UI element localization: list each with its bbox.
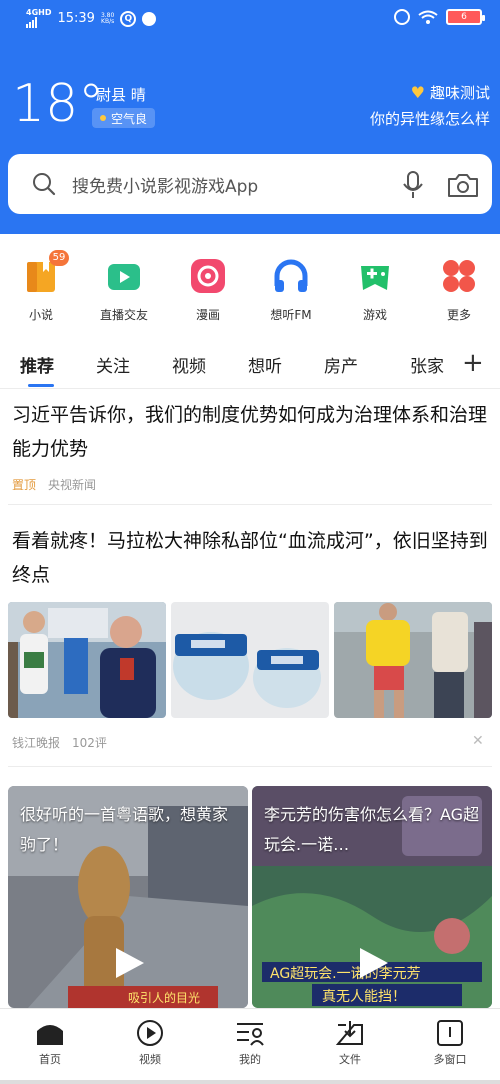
signal-group: 4GHD <box>26 9 51 28</box>
video-card[interactable]: 吸引人的目光 很好听的一首粤语歌，想黄家驹了！ <box>8 786 248 1008</box>
speed-unit: KB/s <box>101 17 115 25</box>
shortcut-label: 直播交友 <box>99 308 148 322</box>
shortcut-label: 想听FM <box>270 308 312 322</box>
tab-indicator <box>28 384 54 387</box>
tab-follow[interactable]: 关注 <box>96 352 130 377</box>
search-bar[interactable]: 搜免费小说影视游戏App <box>8 154 492 214</box>
article-image[interactable] <box>334 602 492 718</box>
shortcut-novel[interactable]: 59 小说 <box>11 250 71 323</box>
q-app-icon: Q <box>120 10 137 27</box>
tab-video[interactable]: 视频 <box>172 352 206 377</box>
comment-count: 102评 <box>72 736 107 750</box>
network-type: 4GHD <box>26 8 52 17</box>
status-right: 6 <box>394 9 485 25</box>
book-icon: 59 <box>21 250 69 296</box>
nav-video[interactable]: 视频 <box>120 1019 180 1067</box>
clock: 15:39 <box>57 11 95 26</box>
nav-files[interactable]: 文件 <box>320 1019 380 1067</box>
network-speed: 3.80 KB/s <box>101 12 115 25</box>
shortcut-label: 漫画 <box>195 308 220 322</box>
shortcut-label: 游戏 <box>362 308 387 322</box>
nav-label: 首页 <box>39 1053 61 1066</box>
tab-listen[interactable]: 想听 <box>248 352 282 377</box>
headphone-icon <box>271 256 311 296</box>
camera-icon[interactable] <box>446 171 480 199</box>
globe-icon <box>142 11 157 26</box>
channel-tabs: 推荐 关注 视频 想听 房产 张家 + <box>0 344 500 388</box>
home-icon <box>37 1025 63 1045</box>
weather-location[interactable]: 尉县 晴 <box>96 84 146 105</box>
wifi-icon <box>418 10 438 24</box>
promo-title-text: 趣味测试 <box>429 84 490 102</box>
article-divider <box>8 766 492 767</box>
status-left: 4GHD 15:39 3.80 KB/s Q <box>26 9 157 28</box>
nav-label: 多窗口 <box>433 1053 467 1066</box>
shortcut-live[interactable]: 直播交友 <box>94 256 154 323</box>
microphone-icon[interactable] <box>400 170 426 200</box>
header: 4GHD 15:39 3.80 KB/s Q 6 18° 尉县 晴 空气良 ♥ … <box>0 0 500 234</box>
article-image[interactable] <box>8 602 166 718</box>
article-divider <box>8 504 492 505</box>
article-title[interactable]: 看着就疼！马拉松大神除私部位“血流成河”，依旧坚持到终点 <box>12 524 490 592</box>
comic-icon <box>188 256 228 296</box>
promo-title[interactable]: ♥ 趣味测试 <box>411 82 490 103</box>
shortcut-label: 小说 <box>28 308 53 322</box>
shortcut-more[interactable]: 更多 <box>429 256 489 323</box>
status-bar: 4GHD 15:39 3.80 KB/s Q 6 <box>0 0 500 36</box>
article-title[interactable]: 习近平告诉你，我们的制度优势如何成为治理体系和治理能力优势 <box>12 398 490 466</box>
nav-profile[interactable]: 我的 <box>220 1019 280 1067</box>
article-source: 钱江晚报 <box>12 736 61 750</box>
bottom-nav: 首页 视频 我的 文件 多窗口 <box>0 1008 500 1084</box>
gamepad-icon <box>355 256 395 296</box>
nav-home[interactable]: 首页 <box>20 1019 80 1067</box>
weather-temperature[interactable]: 18° <box>12 76 104 132</box>
dismiss-icon[interactable]: ✕ <box>472 733 484 749</box>
nav-label: 文件 <box>339 1053 361 1066</box>
alarm-icon <box>394 9 410 25</box>
play-circle-icon <box>137 1020 163 1046</box>
shortcut-comic[interactable]: 漫画 <box>178 256 238 323</box>
shortcut-fm[interactable]: 想听FM <box>261 256 321 323</box>
video-title: 很好听的一首粤语歌，想黄家驹了！ <box>20 805 229 854</box>
tabs-divider <box>0 388 500 389</box>
play-icon <box>116 948 144 978</box>
article-meta: 钱江晚报 102评 <box>12 734 107 751</box>
nav-label: 我的 <box>239 1053 261 1066</box>
heart-icon: ♥ <box>410 83 425 102</box>
home-indicator <box>0 1080 500 1084</box>
pinned-tag: 置顶 <box>12 478 37 492</box>
nav-windows[interactable]: 多窗口 <box>420 1019 480 1067</box>
svg-text:真无人能挡！: 真无人能挡！ <box>322 989 406 1005</box>
tab-recommend[interactable]: 推荐 <box>20 352 54 377</box>
profile-icon <box>237 1023 264 1046</box>
live-icon <box>104 256 144 296</box>
promo-subtitle[interactable]: 你的异性缘怎么样 <box>370 108 490 129</box>
nav-label: 视频 <box>139 1053 161 1066</box>
air-quality-label: 空气良 <box>111 111 148 126</box>
article-source: 央视新闻 <box>48 478 97 492</box>
search-icon <box>33 173 56 196</box>
signal-icon <box>26 17 37 28</box>
novel-badge: 59 <box>49 250 69 266</box>
shortcut-label: 更多 <box>446 308 471 322</box>
battery-level: 6 <box>461 12 467 22</box>
air-quality-badge[interactable]: 空气良 <box>92 108 156 128</box>
play-icon <box>360 948 388 978</box>
battery-icon: 6 <box>446 9 485 25</box>
window-icon <box>437 1020 463 1046</box>
add-tab-icon[interactable]: + <box>462 348 484 378</box>
shortcut-game[interactable]: 游戏 <box>345 256 405 323</box>
video-title: 李元芳的伤害你怎么看？AG超玩会.一诺… <box>264 805 480 854</box>
download-folder-icon <box>335 1021 363 1045</box>
search-placeholder[interactable]: 搜免费小说影视游戏App <box>72 172 258 197</box>
air-quality-dot <box>100 115 106 121</box>
svg-text:吸引人的目光: 吸引人的目光 <box>128 990 200 1005</box>
video-card[interactable]: AG超玩会.一诺的李元芳 真无人能挡！ 李元芳的伤害你怎么看？AG超玩会.一诺… <box>252 786 492 1008</box>
tab-real-estate[interactable]: 房产 <box>324 352 358 377</box>
more-icon <box>439 256 479 296</box>
tab-zhangjia[interactable]: 张家 <box>410 352 444 377</box>
article-meta: 置顶 央视新闻 <box>12 476 96 493</box>
article-image[interactable] <box>171 602 329 718</box>
svg-text:AG超玩会.一诺的李元芳: AG超玩会.一诺的李元芳 <box>270 965 421 982</box>
